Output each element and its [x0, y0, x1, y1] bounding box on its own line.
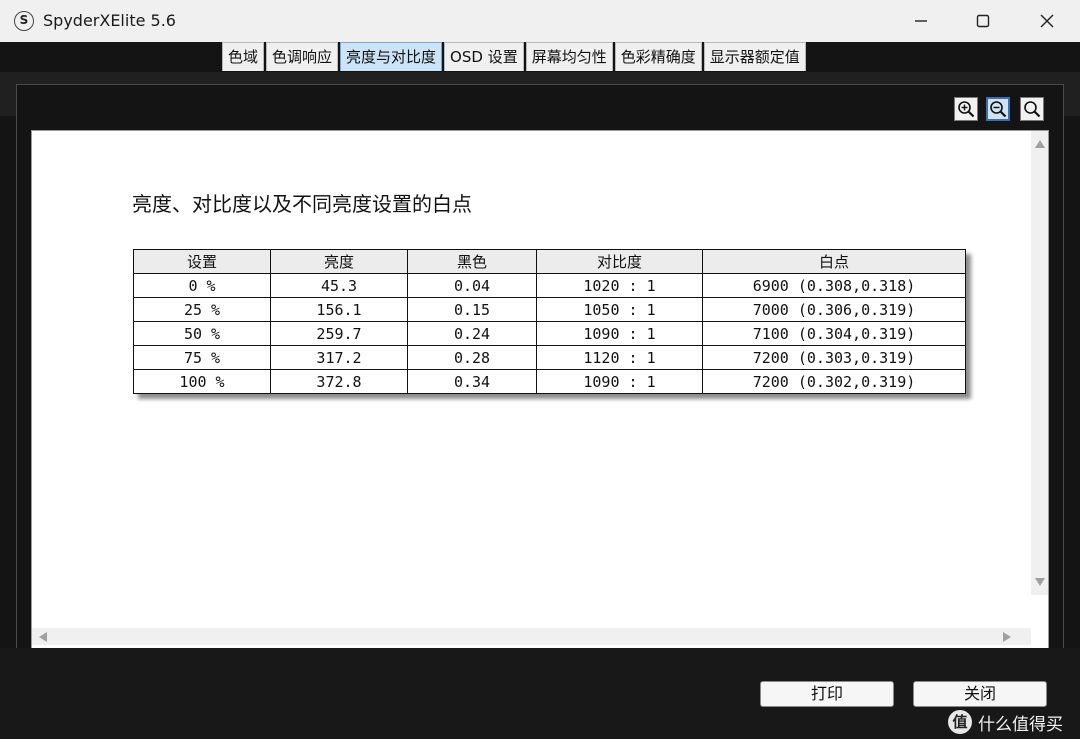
close-icon	[1040, 14, 1054, 28]
report-table: 设置 亮度 黑色 对比度 白点 0 % 45.3 0.04 1020 : 1 6900 …	[133, 249, 966, 394]
watermark-logo-icon: 值	[948, 710, 972, 734]
tab-3[interactable]: OSD 设置	[444, 42, 524, 71]
scrollbar-corner	[1031, 628, 1048, 645]
watermark: 值 什么值得买	[948, 709, 1063, 735]
column-header-black: 黑色	[407, 249, 537, 274]
cell-white-point: 7100 (0.304,0.319)	[702, 321, 966, 346]
tab-0[interactable]: 色域	[222, 42, 265, 71]
cell-white-point: 7000 (0.306,0.319)	[702, 297, 966, 322]
cell-luminance: 317.2	[270, 345, 408, 370]
vertical-scrollbar[interactable]	[1031, 131, 1048, 595]
cell-luminance: 156.1	[270, 297, 408, 322]
cell-black: 0.15	[407, 297, 537, 322]
column-header-luminance: 亮度	[270, 249, 408, 274]
button-bar: 打印 关闭 值 什么值得买	[0, 648, 1080, 739]
cell-black: 0.28	[407, 345, 537, 370]
scroll-left-icon[interactable]	[39, 632, 47, 642]
table-row: 75 % 317.2 0.28 1120 : 1 7200 (0.303,0.319)	[133, 345, 966, 370]
maximize-icon	[976, 14, 990, 28]
zoom-out-icon	[990, 101, 1007, 118]
cell-setting: 25 %	[133, 297, 271, 322]
table-row: 50 % 259.7 0.24 1090 : 1 7100 (0.304,0.319)	[133, 321, 966, 346]
cell-setting: 0 %	[133, 273, 271, 298]
tab-strip: 色域 色调响应 亮度与对比度 OSD 设置 屏幕均匀性 色彩精确度 显示器额定值	[222, 42, 808, 72]
tab-5[interactable]: 色彩精确度	[614, 42, 702, 71]
zoom-out-button[interactable]	[986, 97, 1010, 121]
cell-contrast: 1050 : 1	[536, 297, 703, 322]
minimize-button[interactable]	[898, 0, 944, 42]
tab-1[interactable]: 色调响应	[266, 42, 339, 71]
main-area: 色域 色调响应 亮度与对比度 OSD 设置 屏幕均匀性 色彩精确度 显示器额定值 亮度、对比…	[0, 42, 1080, 739]
report-canvas[interactable]: 亮度、对比度以及不同亮度设置的白点 设置 亮度 黑色 对比度 白点 0 % 45.…	[31, 130, 1049, 662]
table-header-row: 设置 亮度 黑色 对比度 白点	[133, 249, 966, 274]
table-row: 25 % 156.1 0.15 1050 : 1 7000 (0.306,0.319)	[133, 297, 966, 322]
tab-6[interactable]: 显示器额定值	[703, 42, 806, 71]
app-logo-icon: S	[14, 11, 34, 31]
close-window-button[interactable]	[1024, 0, 1070, 42]
table-row: 100 % 372.8 0.34 1090 : 1 7200 (0.302,0.319)	[133, 369, 966, 394]
zoom-in-icon	[958, 101, 975, 118]
column-header-white-point: 白点	[702, 249, 966, 274]
cell-black: 0.24	[407, 321, 537, 346]
column-header-contrast: 对比度	[536, 249, 703, 274]
cell-white-point: 7200 (0.302,0.319)	[702, 369, 966, 394]
cell-luminance: 372.8	[270, 369, 408, 394]
cell-contrast: 1090 : 1	[536, 369, 703, 394]
cell-black: 0.34	[407, 369, 537, 394]
close-button[interactable]: 关闭	[913, 681, 1047, 707]
zoom-in-button[interactable]	[954, 97, 978, 121]
cell-white-point: 7200 (0.303,0.319)	[702, 345, 966, 370]
zoom-fit-button[interactable]	[1020, 97, 1044, 121]
cell-luminance: 259.7	[270, 321, 408, 346]
watermark-text: 什么值得买	[978, 714, 1063, 735]
cell-setting: 50 %	[133, 321, 271, 346]
title-bar: S SpyderXElite 5.6	[0, 0, 1080, 43]
cell-contrast: 1090 : 1	[536, 321, 703, 346]
minimize-icon	[915, 20, 927, 22]
report-table-wrap: 设置 亮度 黑色 对比度 白点 0 % 45.3 0.04 1020 : 1 6900 …	[133, 249, 966, 394]
cell-black: 0.04	[407, 273, 537, 298]
column-header-setting: 设置	[133, 249, 271, 274]
scroll-down-icon[interactable]	[1035, 578, 1045, 586]
tab-2[interactable]: 亮度与对比度	[340, 42, 443, 71]
cell-setting: 100 %	[133, 369, 271, 394]
cell-luminance: 45.3	[270, 273, 408, 298]
table-row: 0 % 45.3 0.04 1020 : 1 6900 (0.308,0.318)	[133, 273, 966, 298]
zoom-fit-icon	[1024, 101, 1041, 118]
scroll-right-icon[interactable]	[1003, 632, 1011, 642]
cell-setting: 75 %	[133, 345, 271, 370]
print-button[interactable]: 打印	[760, 681, 894, 707]
tab-4[interactable]: 屏幕均匀性	[525, 42, 613, 71]
maximize-button[interactable]	[960, 0, 1006, 42]
cell-white-point: 6900 (0.308,0.318)	[702, 273, 966, 298]
horizontal-scrollbar[interactable]	[32, 628, 1031, 645]
window-title: SpyderXElite 5.6	[43, 11, 176, 30]
cell-contrast: 1020 : 1	[536, 273, 703, 298]
report-title: 亮度、对比度以及不同亮度设置的白点	[132, 192, 472, 216]
scroll-up-icon[interactable]	[1035, 140, 1045, 148]
cell-contrast: 1120 : 1	[536, 345, 703, 370]
